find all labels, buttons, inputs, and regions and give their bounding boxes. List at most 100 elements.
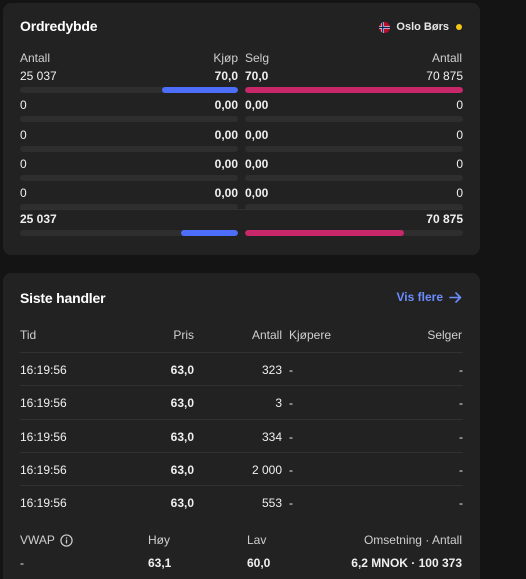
trade-seller: - <box>459 496 463 511</box>
bid-qty: 25 037 <box>20 69 57 83</box>
total-bid-bar <box>181 230 238 236</box>
bid-price-header: Kjøp <box>213 51 238 65</box>
depth-row: 25 037 70,0 70,0 70 875 <box>20 69 463 98</box>
total-ask-qty: 70 875 <box>426 212 463 226</box>
arrow-right-icon <box>449 291 462 303</box>
ask-qty: 0 <box>456 98 463 113</box>
high-label: Høy <box>148 533 170 547</box>
turnover-label: Omsetning · Antall <box>363 533 462 547</box>
vwap-value: - <box>20 556 24 570</box>
bid-qty: 0 <box>20 156 27 171</box>
bid-price: 0,00 <box>214 98 238 113</box>
info-icon[interactable] <box>60 533 73 547</box>
bid-qty: 0 <box>20 127 27 142</box>
recent-trades-title: Siste handler <box>20 290 106 306</box>
ask-price: 0,00 <box>245 98 269 113</box>
low-value: 60,0 <box>247 556 271 570</box>
ask-price: 70,0 <box>245 69 269 83</box>
trade-row: 16:19:56 63,0 2 000- - <box>20 451 463 487</box>
bid-bar <box>161 87 238 93</box>
trade-seller: - <box>459 396 463 411</box>
qty-column-header[interactable]: Antall <box>252 328 282 342</box>
trade-price: 63,0 <box>170 363 194 377</box>
depth-row: 0 0,00 0,00 0 <box>20 157 463 186</box>
bid-bar-track <box>20 87 238 93</box>
bid-price: 0,00 <box>214 156 238 171</box>
trade-time: 16:19:56 <box>20 363 67 377</box>
trade-buyer: - <box>289 429 293 444</box>
total-bid-qty: 25 037 <box>20 212 57 226</box>
buyer-column-header[interactable]: Kjøpere <box>289 328 331 342</box>
recent-trades-card: Siste handler Vis flere Tid Pris Antall … <box>3 273 480 579</box>
bid-bar-track <box>20 116 238 123</box>
price-column-header[interactable]: Pris <box>173 328 194 342</box>
bid-bar-track <box>20 174 238 181</box>
trade-seller: - <box>459 462 463 477</box>
seller-column-header[interactable]: Selger <box>427 328 462 342</box>
trade-time: 16:19:56 <box>20 462 67 477</box>
trade-row: 16:19:56 63,0 323- - <box>20 352 463 387</box>
ask-price: 0,00 <box>245 186 269 201</box>
trade-time: 16:19:56 <box>20 429 67 444</box>
depth-totals-row: 25 037 70 875 <box>20 212 463 241</box>
order-depth-title: Ordredybde <box>20 18 98 34</box>
trade-buyer: - <box>289 462 293 477</box>
ask-qty: 70 875 <box>426 69 463 83</box>
depth-row: 0 0,00 0,00 0 <box>20 128 463 157</box>
ask-price-header: Selg <box>245 51 270 65</box>
bid-qty: 0 <box>20 98 27 113</box>
market-status-dot-icon <box>456 24 462 30</box>
total-ask-bar-track <box>245 230 463 236</box>
ask-qty: 0 <box>456 156 463 171</box>
bid-price: 0,00 <box>214 127 238 142</box>
trade-qty: 323 <box>261 363 282 377</box>
high-value: 63,1 <box>148 556 172 570</box>
trade-row: 16:19:56 63,0 3- - <box>20 385 463 420</box>
ask-bar-track <box>245 116 463 123</box>
total-bid-bar-track <box>20 230 238 236</box>
vwap-label: VWAP <box>20 533 55 547</box>
trade-price: 63,0 <box>170 496 194 511</box>
trade-time: 16:19:56 <box>20 396 67 411</box>
time-column-header[interactable]: Tid <box>20 328 36 342</box>
trade-time: 16:19:56 <box>20 496 67 511</box>
ask-bar <box>245 87 463 93</box>
bid-price: 70,0 <box>214 69 238 83</box>
totals-divider <box>20 209 463 210</box>
trade-price: 63,0 <box>170 396 194 411</box>
trade-row: 16:19:56 63,0 334- - <box>20 418 463 454</box>
trade-buyer: - <box>289 363 293 377</box>
ask-qty: 0 <box>456 186 463 201</box>
trade-buyer: - <box>289 496 293 511</box>
turnover-value: 6,2 MNOK · 100 373 <box>351 556 462 570</box>
vwap-label-group: VWAP <box>20 533 73 547</box>
trade-row: 16:19:56 63,0 553- - <box>20 485 463 520</box>
trade-buyer: - <box>289 396 293 411</box>
bid-price: 0,00 <box>214 186 238 201</box>
show-more-link[interactable]: Vis flere <box>397 290 462 304</box>
order-depth-card: Ordredybde Oslo Børs Antall Kjøp Selg An… <box>3 3 480 255</box>
trade-seller: - <box>459 363 463 377</box>
trade-price: 63,0 <box>170 429 194 444</box>
trade-qty: 2 000 <box>251 462 282 477</box>
depth-row: 0 0,00 0,00 0 <box>20 98 463 127</box>
bid-qty: 0 <box>20 186 27 201</box>
trade-seller: - <box>459 429 463 444</box>
ask-qty-header: Antall <box>431 51 462 65</box>
exchange-indicator: Oslo Børs <box>379 21 462 33</box>
exchange-name: Oslo Børs <box>396 21 449 33</box>
trade-price: 63,0 <box>170 462 194 477</box>
ask-price: 0,00 <box>245 156 269 171</box>
norway-flag-icon <box>379 21 391 33</box>
ask-bar-track <box>245 174 463 181</box>
ask-price: 0,00 <box>245 127 269 142</box>
trade-qty: 3 <box>275 396 282 411</box>
bid-qty-header: Antall <box>20 51 51 65</box>
show-more-label: Vis flere <box>396 290 443 304</box>
trade-qty: 334 <box>261 429 282 444</box>
ask-bar-track <box>245 145 463 152</box>
low-label: Lav <box>247 533 267 547</box>
depth-row: 0 0,00 0,00 0 <box>20 186 463 215</box>
trade-qty: 553 <box>261 496 282 511</box>
bid-bar-track <box>20 145 238 152</box>
